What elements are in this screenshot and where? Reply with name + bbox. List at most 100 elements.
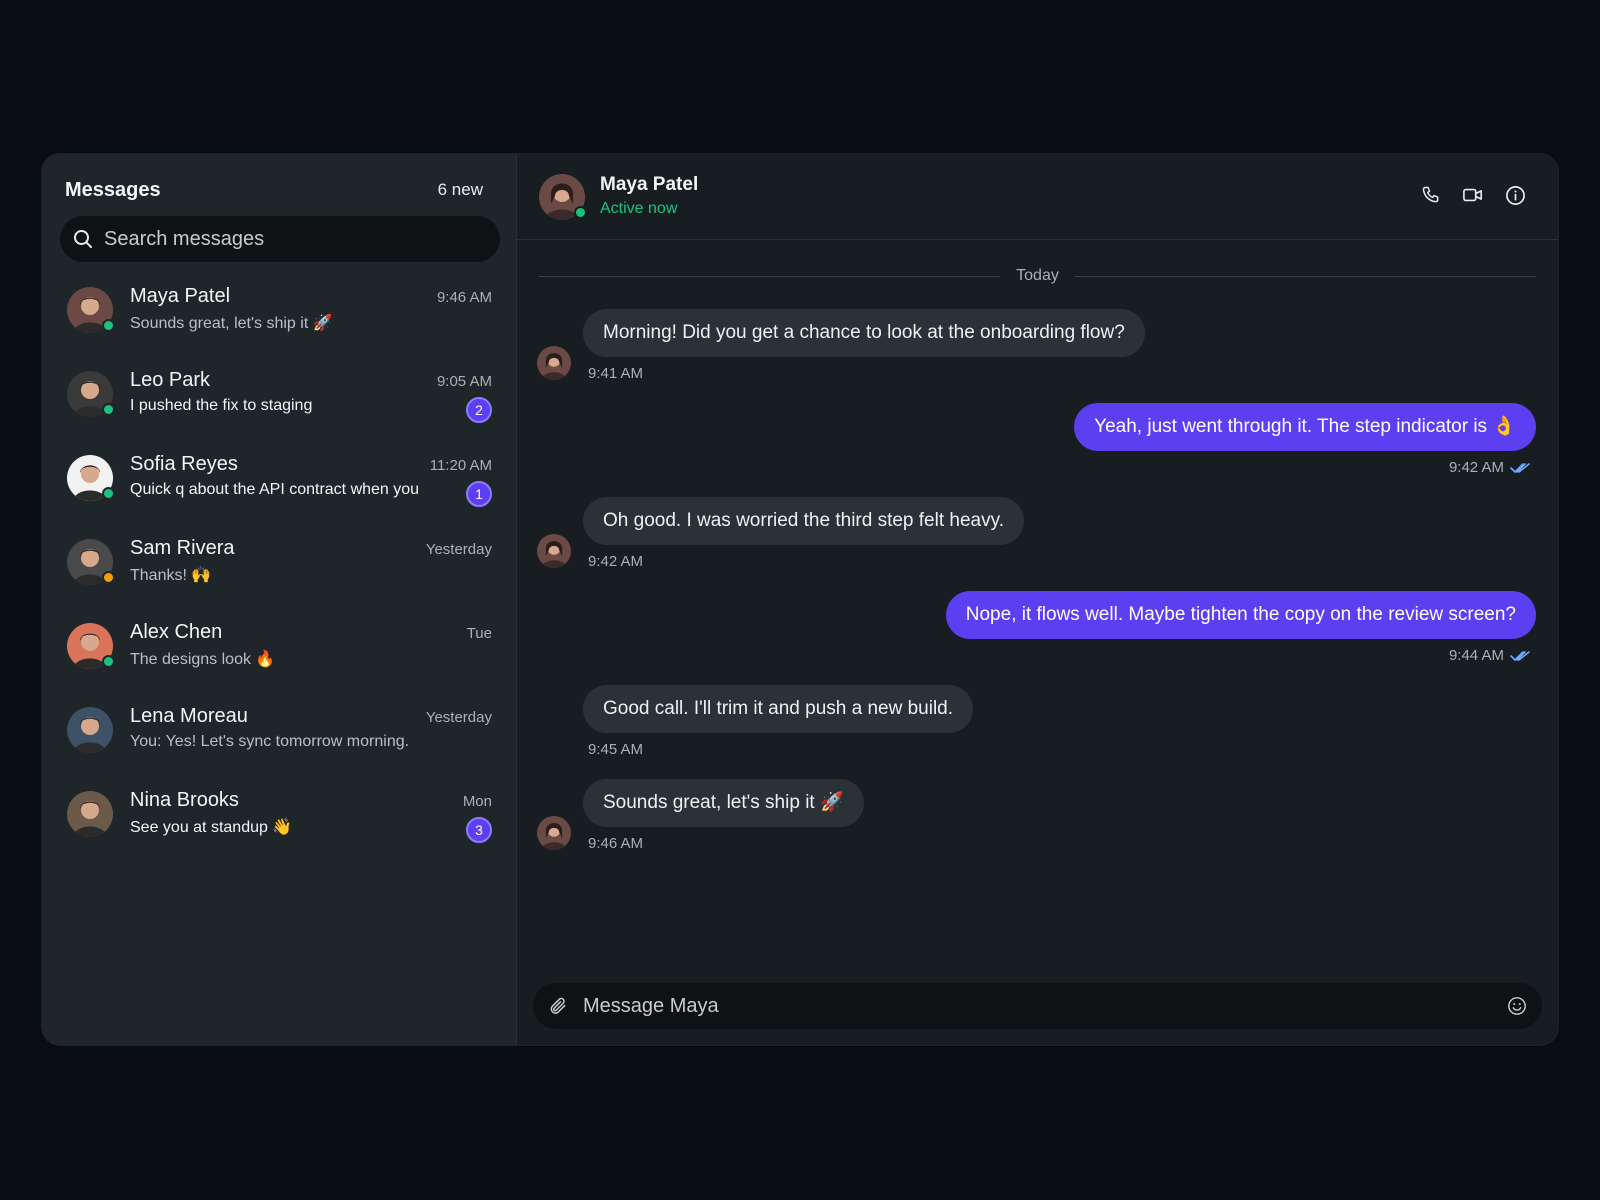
conversation-item[interactable]: Leo Park 9:05 AM I pushed the fix to sta… xyxy=(42,359,516,443)
contact-name: Maya Patel xyxy=(600,174,699,195)
emoji-button[interactable] xyxy=(1506,995,1528,1017)
sender-avatar xyxy=(537,346,571,380)
online-status-dot xyxy=(102,655,115,668)
conversation-preview: The designs look 🔥 xyxy=(130,651,276,668)
message-timestamp-row: 9:42 AM xyxy=(583,553,1024,570)
conversation-preview: I pushed the fix to staging xyxy=(130,397,313,414)
message-input[interactable] xyxy=(569,983,1506,1029)
conversation-time: 9:05 AM xyxy=(436,373,492,390)
message-timestamp: 9:42 AM xyxy=(588,553,644,570)
conversation-item[interactable]: Alex Chen Tue The designs look 🔥 xyxy=(42,611,516,695)
conversation-avatar xyxy=(67,623,115,669)
conversation-sidebar: Messages 6 new Maya Patel 9:46 AM xyxy=(42,154,517,1045)
conversation-time: Yesterday xyxy=(425,541,492,558)
message-timestamp: 9:46 AM xyxy=(588,835,644,852)
sidebar-header: Messages 6 new xyxy=(65,176,483,204)
conversation-avatar xyxy=(67,707,113,753)
conversation-name: Leo Park xyxy=(130,369,211,391)
message-timestamp-row: 9:44 AM xyxy=(946,647,1536,664)
online-status-dot xyxy=(102,487,115,500)
unread-badge: 1 xyxy=(466,481,492,507)
conversation-item[interactable]: Maya Patel 9:46 AM Sounds great, let's s… xyxy=(42,275,516,359)
sidebar-title: Messages xyxy=(65,178,161,201)
conversation-item[interactable]: Sofia Reyes 11:20 AM Quick q about the A… xyxy=(42,443,516,527)
conversation-name: Alex Chen xyxy=(130,621,223,643)
conversation-preview: You: Yes! Let's sync tomorrow morning. xyxy=(130,733,410,750)
chat-header: Maya Patel Active now xyxy=(517,154,1558,240)
info-button[interactable] xyxy=(1504,184,1526,206)
conversation-time: Yesterday xyxy=(425,709,492,726)
message-timestamp-row: 9:42 AM xyxy=(1074,459,1536,476)
conversation-time: 11:20 AM xyxy=(429,457,492,474)
message-timestamp-row: 9:46 AM xyxy=(583,835,864,852)
sender-avatar xyxy=(537,816,571,850)
video-icon xyxy=(1463,188,1482,202)
paperclip-icon xyxy=(550,997,566,1014)
unread-badge: 3 xyxy=(466,817,492,843)
double-check-icon xyxy=(1510,650,1530,661)
message-bubble[interactable]: Yeah, just went through it. The step ind… xyxy=(1074,403,1536,451)
divider-line xyxy=(539,275,1001,277)
message-timestamp: 9:44 AM xyxy=(1448,647,1504,664)
conversation-time: Tue xyxy=(466,625,492,642)
incoming-message: Oh good. I was worried the third step fe… xyxy=(537,497,1024,570)
message-bubble[interactable]: Good call. I'll trim it and push a new b… xyxy=(583,685,974,733)
conversation-item[interactable]: Nina Brooks Mon See you at standup 👋 3 xyxy=(42,779,516,863)
message-timestamp: 9:42 AM xyxy=(1448,459,1504,476)
phone-call-button[interactable] xyxy=(1420,184,1442,206)
sender-avatar xyxy=(537,534,571,568)
message-bubble[interactable]: Sounds great, let's ship it 🚀 xyxy=(583,779,864,827)
conversation-avatar xyxy=(67,287,115,333)
message-timestamp-row: 9:41 AM xyxy=(583,365,1145,382)
message-timestamp-row: 9:45 AM xyxy=(583,741,973,758)
message-timestamp: 9:45 AM xyxy=(588,741,644,758)
conversation-time: 9:46 AM xyxy=(436,289,492,306)
day-divider: Today xyxy=(539,266,1537,286)
info-icon xyxy=(1505,185,1525,205)
outgoing-message: Yeah, just went through it. The step ind… xyxy=(1074,403,1536,476)
incoming-message: Morning! Did you get a chance to look at… xyxy=(537,309,1145,382)
video-call-button[interactable] xyxy=(1462,184,1484,206)
conversation-name: Lena Moreau xyxy=(130,705,248,727)
conversation-preview: Sounds great, let's ship it 🚀 xyxy=(130,315,333,332)
conversation-list: Maya Patel 9:46 AM Sounds great, let's s… xyxy=(42,275,516,863)
message-bubble[interactable]: Nope, it flows well. Maybe tighten the c… xyxy=(945,591,1536,639)
conversation-preview: Thanks! 🙌 xyxy=(130,567,212,584)
conversation-item[interactable]: Sam Rivera Yesterday Thanks! 🙌 xyxy=(42,527,516,611)
away-status-dot xyxy=(102,571,115,584)
conversation-name: Sam Rivera xyxy=(130,537,235,559)
incoming-message: Good call. I'll trim it and push a new b… xyxy=(583,685,974,758)
conversation-avatar xyxy=(67,455,115,501)
phone-icon xyxy=(1422,186,1439,203)
message-bubble[interactable]: Oh good. I was worried the third step fe… xyxy=(583,497,1024,545)
online-status-dot xyxy=(102,403,115,416)
avatar-image xyxy=(67,791,113,837)
conversation-time: Mon xyxy=(462,793,492,810)
messaging-app: Messages 6 new Maya Patel 9:46 AM xyxy=(42,154,1558,1045)
divider-line xyxy=(1074,275,1537,277)
online-status-dot xyxy=(102,319,115,332)
search-bar xyxy=(60,216,500,262)
conversation-preview: See you at standup 👋 xyxy=(130,819,293,836)
chat-panel: Maya Patel Active now Today Morning! Did xyxy=(517,154,1558,1045)
message-bubble[interactable]: Morning! Did you get a chance to look at… xyxy=(583,309,1145,357)
new-count: 6 new xyxy=(437,180,483,199)
day-divider-label: Today xyxy=(1016,267,1059,284)
chat-header-actions xyxy=(1420,184,1526,206)
conversation-preview: Quick q about the API contract when you xyxy=(130,481,420,498)
double-check-icon xyxy=(1510,462,1530,473)
attach-button[interactable] xyxy=(547,995,569,1017)
search-input[interactable] xyxy=(94,216,500,262)
conversation-item[interactable]: Lena Moreau Yesterday You: Yes! Let's sy… xyxy=(42,695,516,779)
emoji-icon xyxy=(1508,997,1526,1015)
conversation-name: Maya Patel xyxy=(130,285,231,307)
search-icon xyxy=(72,228,94,250)
contact-avatar[interactable] xyxy=(539,174,587,220)
conversation-name: Nina Brooks xyxy=(130,789,239,811)
message-timestamp: 9:41 AM xyxy=(588,365,644,382)
online-status-dot xyxy=(574,206,587,219)
conversation-avatar xyxy=(67,791,113,837)
conversation-avatar xyxy=(67,539,115,585)
conversation-avatar xyxy=(67,371,115,417)
avatar-image xyxy=(67,707,113,753)
